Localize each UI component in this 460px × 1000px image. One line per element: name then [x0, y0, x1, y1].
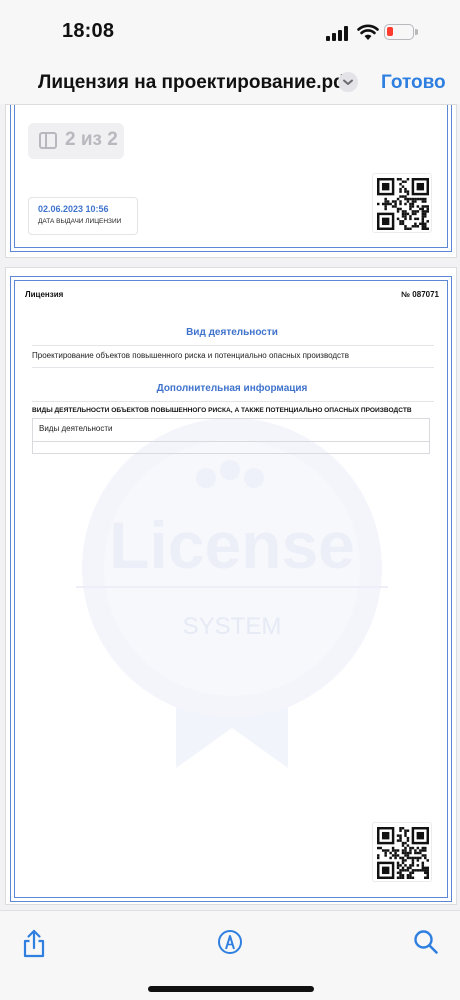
divider — [32, 367, 434, 368]
divider — [32, 345, 434, 346]
pdf-page-2[interactable]: License SYSTEM Лицензия № 087071 Вид дея… — [5, 267, 457, 905]
section-title-activity: Вид деятельности — [186, 327, 278, 338]
table-cell: Виды деятельности — [39, 424, 113, 433]
cellular-signal-icon — [326, 26, 350, 41]
issue-date: 02.06.2023 10:56 — [38, 204, 109, 214]
title-menu-button[interactable] — [338, 72, 358, 92]
svg-text:License: License — [109, 508, 355, 582]
battery-cap — [415, 29, 418, 35]
search-icon[interactable] — [413, 929, 439, 955]
divider — [32, 401, 434, 402]
nav-bar: Лицензия на проектирование.pdf Готово — [0, 64, 460, 104]
status-bar: 18:08 — [0, 0, 460, 64]
activity-description: Проектирование объектов повышенного риск… — [32, 351, 349, 360]
document-title[interactable]: Лицензия на проектирование.pdf — [38, 72, 351, 94]
status-time: 18:08 — [62, 20, 115, 42]
additional-subheading: ВИДЫ ДЕЯТЕЛЬНОСТИ ОБЪЕКТОВ ПОВЫШЕННОГО Р… — [32, 407, 412, 414]
pdf-page-1[interactable]: 2 из 2 02.06.2023 10:56 ДАТА ВЫДАЧИ ЛИЦЕ… — [5, 104, 457, 258]
issue-date-caption: ДАТА ВЫДАЧИ ЛИЦЕНЗИИ — [38, 218, 122, 225]
qr-code-icon — [377, 827, 429, 879]
markup-pen-icon[interactable] — [217, 929, 243, 955]
qr-code — [372, 173, 432, 233]
page-indicator-text: 2 из 2 — [65, 129, 118, 150]
share-icon[interactable] — [21, 929, 47, 959]
license-watermark: License SYSTEM — [76, 418, 388, 768]
qr-code — [372, 822, 432, 882]
activities-table: Виды деятельности — [32, 418, 430, 454]
battery-icon — [384, 24, 414, 40]
sidebar-icon — [39, 132, 57, 149]
section-title-additional: Дополнительная информация — [156, 383, 308, 394]
svg-text:SYSTEM: SYSTEM — [183, 613, 282, 640]
home-indicator — [148, 986, 314, 992]
table-row-divider — [33, 441, 429, 442]
qr-code-icon — [377, 178, 429, 230]
document-label: Лицензия — [25, 290, 64, 299]
license-number: № 087071 — [401, 290, 439, 299]
wifi-icon — [357, 24, 379, 40]
issue-date-box: 02.06.2023 10:56 ДАТА ВЫДАЧИ ЛИЦЕНЗИИ — [28, 197, 138, 235]
page-indicator: 2 из 2 — [28, 123, 124, 159]
done-button[interactable]: Готово — [381, 72, 446, 94]
chevron-down-icon — [343, 79, 353, 85]
